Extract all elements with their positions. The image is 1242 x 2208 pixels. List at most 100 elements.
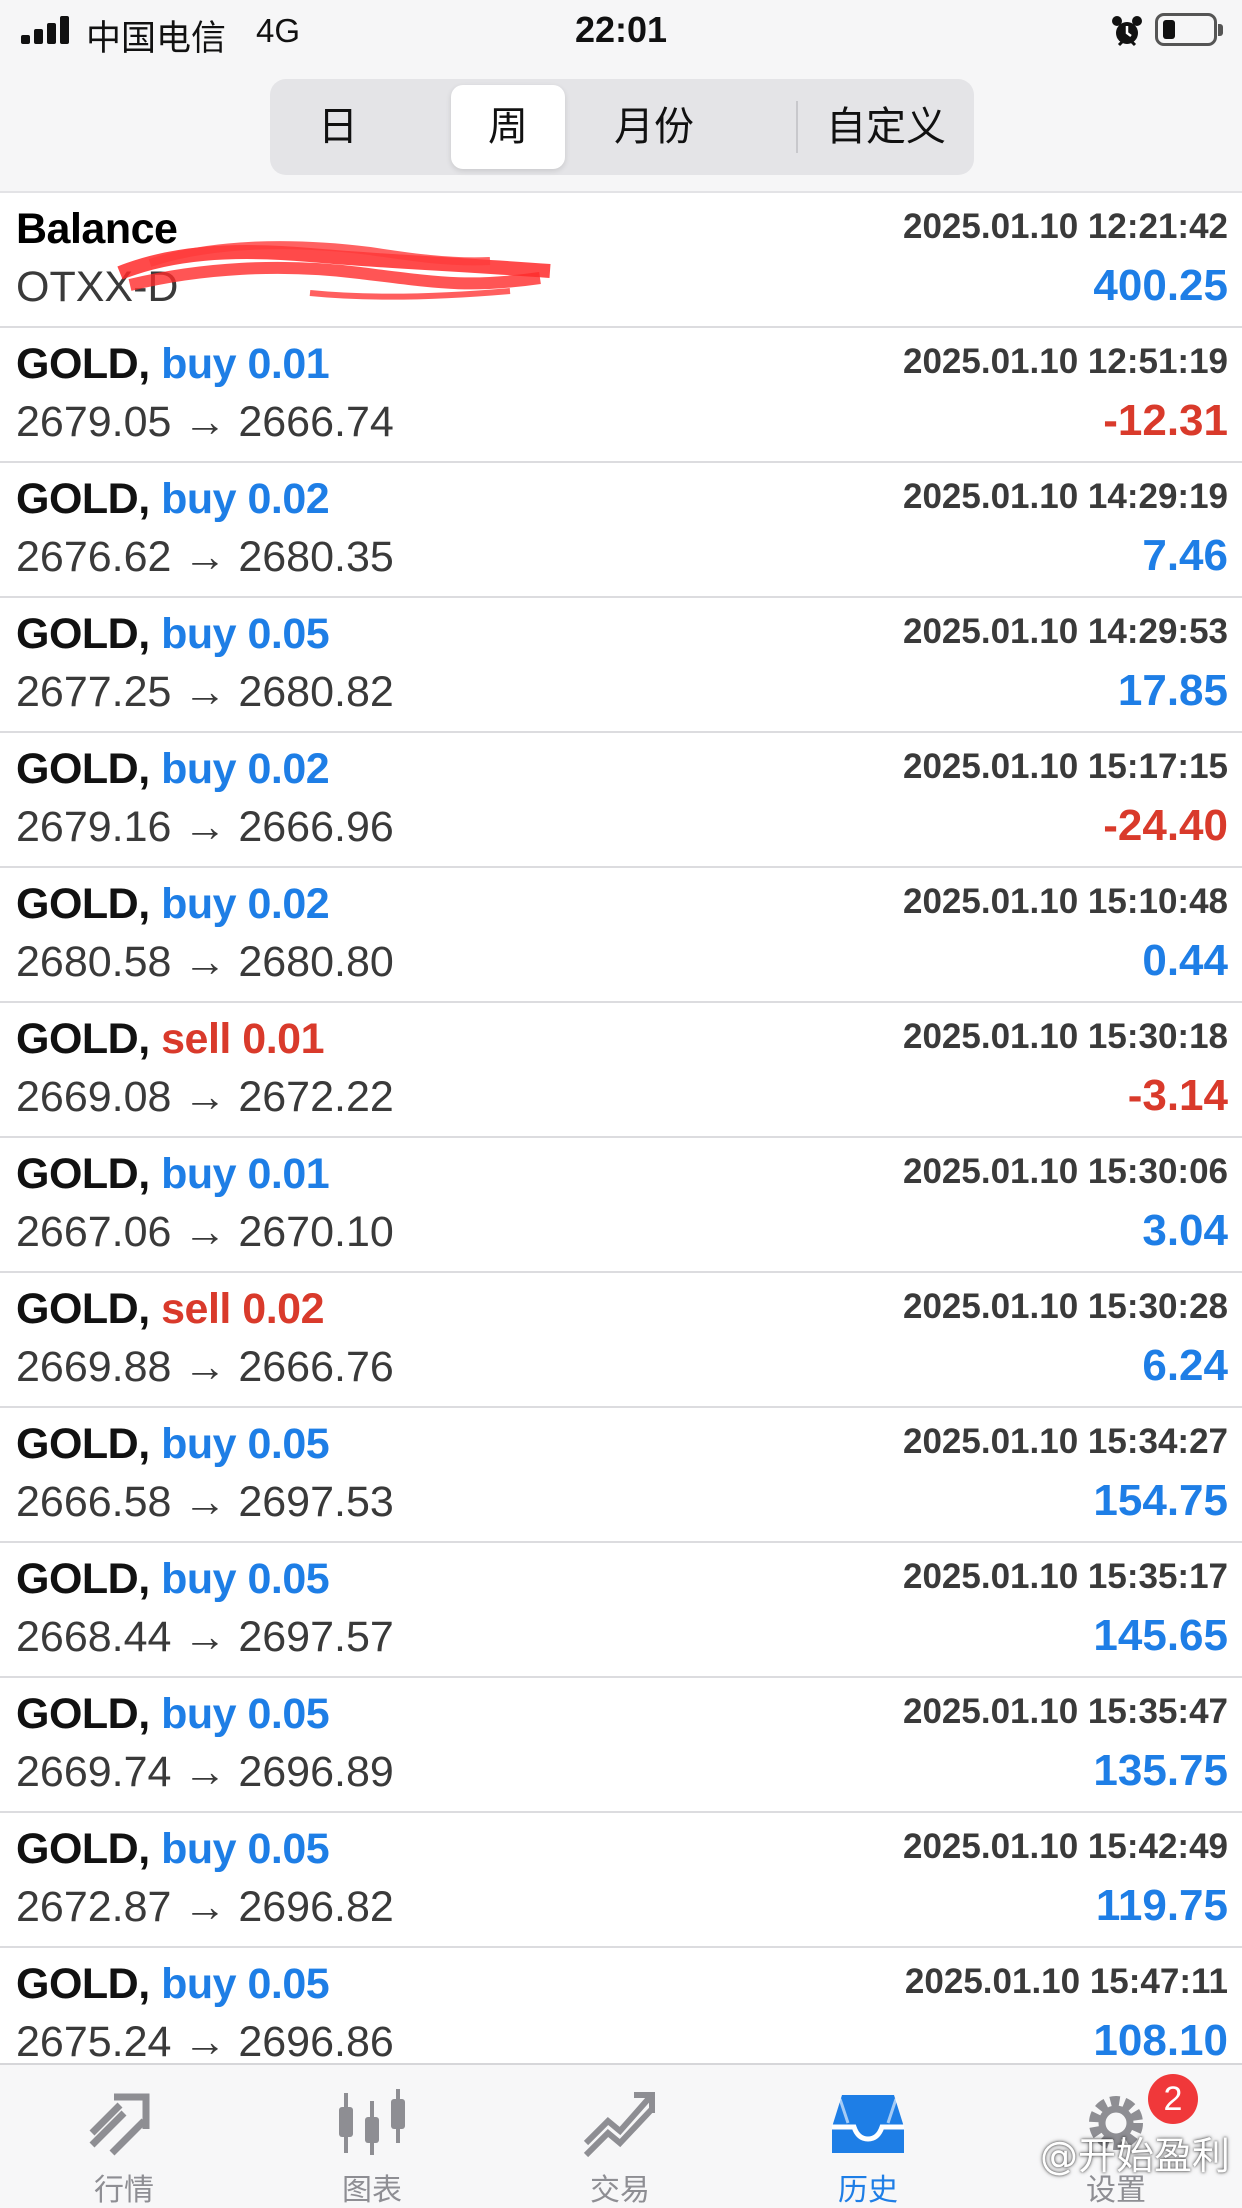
- deal-close-price: 2680.35: [238, 533, 394, 581]
- deal-time: 2025.01.10 15:10:48: [903, 882, 1228, 921]
- deal-row[interactable]: GOLD, sell 0.01 2025.01.10 15:30:18 2669.0…: [0, 1003, 1242, 1138]
- tab-chart-label: 图表: [342, 2173, 402, 2208]
- price-arrow-icon: →: [183, 1613, 227, 1661]
- deal-symbol: GOLD,: [16, 880, 150, 928]
- deal-time: 2025.01.10 14:29:19: [903, 477, 1228, 516]
- deal-time: 2025.01.10 12:51:19: [903, 342, 1228, 381]
- deal-profit: 145.65: [1093, 1611, 1228, 1660]
- quotes-icon: [89, 2093, 150, 2156]
- deal-open-price: 2677.25: [16, 668, 172, 716]
- deal-prices: 2677.25 → 2680.82: [16, 668, 394, 717]
- deal-open-price: 2676.62: [16, 533, 172, 581]
- status-time: 22:01: [574, 9, 668, 50]
- deal-profit: 119.75: [1095, 1881, 1228, 1930]
- deal-symbol: GOLD,: [16, 1825, 150, 1873]
- tab-history-label: 历史: [838, 2173, 898, 2208]
- price-arrow-icon: →: [183, 1883, 227, 1931]
- deal-row[interactable]: GOLD, buy 0.05 2025.01.10 15:35:47 2669.74…: [0, 1678, 1242, 1813]
- deal-symbol: GOLD,: [16, 475, 150, 523]
- period-tab-month[interactable]: 月份: [570, 85, 738, 169]
- deal-close-price: 2666.96: [238, 803, 394, 851]
- deal-title: GOLD, buy 0.05: [16, 1420, 330, 1469]
- deal-open-price: 2669.88: [16, 1343, 172, 1391]
- deal-row[interactable]: GOLD, buy 0.05 2025.01.10 14:29:53 2677.25…: [0, 598, 1242, 733]
- deal-close-price: 2680.80: [238, 938, 394, 986]
- deal-title: GOLD, buy 0.05: [16, 1690, 330, 1739]
- deal-row[interactable]: GOLD, buy 0.01 2025.01.10 12:51:19 2679.05…: [0, 328, 1242, 463]
- tab-trade-label: 交易: [590, 2173, 650, 2208]
- deal-symbol: GOLD,: [16, 1420, 150, 1468]
- deal-side-volume: buy 0.05: [161, 1555, 330, 1603]
- deal-close-price: 2697.53: [238, 1478, 394, 1526]
- deal-side-volume: buy 0.05: [161, 1960, 330, 2008]
- deal-row[interactable]: GOLD, buy 0.05 2025.01.10 15:47:11 2675.24…: [0, 1948, 1242, 2063]
- deal-side-volume: buy 0.01: [161, 1150, 330, 1198]
- tab-quotes[interactable]: 行情: [0, 2065, 248, 2208]
- deal-row[interactable]: GOLD, buy 0.02 2025.01.10 15:17:15 2679.16…: [0, 733, 1242, 868]
- deal-title: GOLD, sell 0.02: [16, 1285, 324, 1334]
- deal-profit: 135.75: [1093, 1746, 1228, 1795]
- deal-prices: 2666.58 → 2697.53: [16, 1478, 394, 1527]
- period-tab-day[interactable]: 日: [278, 85, 398, 169]
- deal-open-price: 2668.44: [16, 1613, 172, 1661]
- deal-prices: 2680.58 → 2680.80: [16, 938, 394, 987]
- top-area: 中国电信 4G 22:01 日 周 月份 自定义: [0, 0, 1242, 193]
- deal-row[interactable]: GOLD, sell 0.02 2025.01.10 15:30:28 2669.8…: [0, 1273, 1242, 1408]
- deal-time: 2025.01.10 15:42:49: [903, 1827, 1228, 1866]
- price-arrow-icon: →: [183, 533, 227, 581]
- deal-open-price: 2679.05: [16, 398, 172, 446]
- deal-profit: -12.31: [1103, 396, 1228, 445]
- deal-time: 2025.01.10 15:30:06: [903, 1152, 1228, 1191]
- battery-icon: [1155, 13, 1223, 46]
- deal-title: GOLD, buy 0.05: [16, 610, 330, 659]
- deal-title: GOLD, sell 0.01: [16, 1015, 324, 1064]
- deal-prices: 2672.87 → 2696.82: [16, 1883, 394, 1932]
- price-arrow-icon: →: [183, 398, 227, 446]
- deal-row[interactable]: GOLD, buy 0.02 2025.01.10 15:10:48 2680.58…: [0, 868, 1242, 1003]
- deal-close-price: 2666.74: [238, 398, 394, 446]
- deal-profit: 6.24: [1142, 1341, 1228, 1390]
- deal-close-price: 2666.76: [238, 1343, 394, 1391]
- deal-title: GOLD, buy 0.02: [16, 880, 330, 929]
- period-tab-custom[interactable]: 自定义: [806, 85, 966, 169]
- deal-row[interactable]: GOLD, buy 0.05 2025.01.10 15:42:49 2672.87…: [0, 1813, 1242, 1948]
- price-arrow-icon: →: [183, 1343, 227, 1391]
- segment-divider: [796, 101, 798, 153]
- price-arrow-icon: →: [183, 2018, 227, 2063]
- deal-symbol: GOLD,: [16, 610, 150, 658]
- tab-trade[interactable]: 交易: [496, 2065, 744, 2208]
- deal-row[interactable]: GOLD, buy 0.05 2025.01.10 15:35:17 2668.44…: [0, 1543, 1242, 1678]
- deal-side-volume: buy 0.01: [161, 340, 330, 388]
- price-arrow-icon: →: [183, 803, 227, 851]
- balance-row[interactable]: Balance 2025.01.10 12:21:42 OTXX-D 400.2…: [0, 193, 1242, 328]
- deal-symbol: GOLD,: [16, 1555, 150, 1603]
- deal-close-price: 2696.86: [238, 2018, 394, 2063]
- deal-symbol: GOLD,: [16, 1150, 150, 1198]
- deal-side-volume: buy 0.05: [161, 1690, 330, 1738]
- trade-icon: [583, 2092, 655, 2158]
- deal-open-price: 2669.08: [16, 1073, 172, 1121]
- deal-close-price: 2672.22: [238, 1073, 394, 1121]
- tab-history[interactable]: 历史: [744, 2065, 992, 2208]
- deal-prices: 2669.88 → 2666.76: [16, 1343, 394, 1392]
- deal-title: GOLD, buy 0.05: [16, 1555, 330, 1604]
- deal-symbol: GOLD,: [16, 1960, 150, 2008]
- tab-chart[interactable]: 图表: [248, 2065, 496, 2208]
- price-arrow-icon: →: [183, 668, 227, 716]
- deal-row[interactable]: GOLD, buy 0.02 2025.01.10 14:29:19 2676.62…: [0, 463, 1242, 598]
- deal-close-price: 2680.82: [238, 668, 394, 716]
- price-arrow-icon: →: [183, 1208, 227, 1256]
- deal-title: GOLD, buy 0.02: [16, 475, 330, 524]
- deal-side-volume: sell 0.02: [161, 1285, 324, 1333]
- balance-amount: 400.25: [1093, 261, 1228, 310]
- deal-open-price: 2672.87: [16, 1883, 172, 1931]
- deal-row[interactable]: GOLD, buy 0.05 2025.01.10 15:34:27 2666.58…: [0, 1408, 1242, 1543]
- history-icon: [832, 2095, 904, 2153]
- deal-profit: 108.10: [1093, 2016, 1228, 2063]
- history-list[interactable]: Balance 2025.01.10 12:21:42 OTXX-D 400.2…: [0, 193, 1242, 2063]
- deal-symbol: GOLD,: [16, 745, 150, 793]
- watermark-text: @开始盈利: [1039, 2134, 1230, 2178]
- deal-row[interactable]: GOLD, buy 0.01 2025.01.10 15:30:06 2667.06…: [0, 1138, 1242, 1273]
- period-tab-week[interactable]: 周: [451, 85, 565, 169]
- deal-open-price: 2675.24: [16, 2018, 172, 2063]
